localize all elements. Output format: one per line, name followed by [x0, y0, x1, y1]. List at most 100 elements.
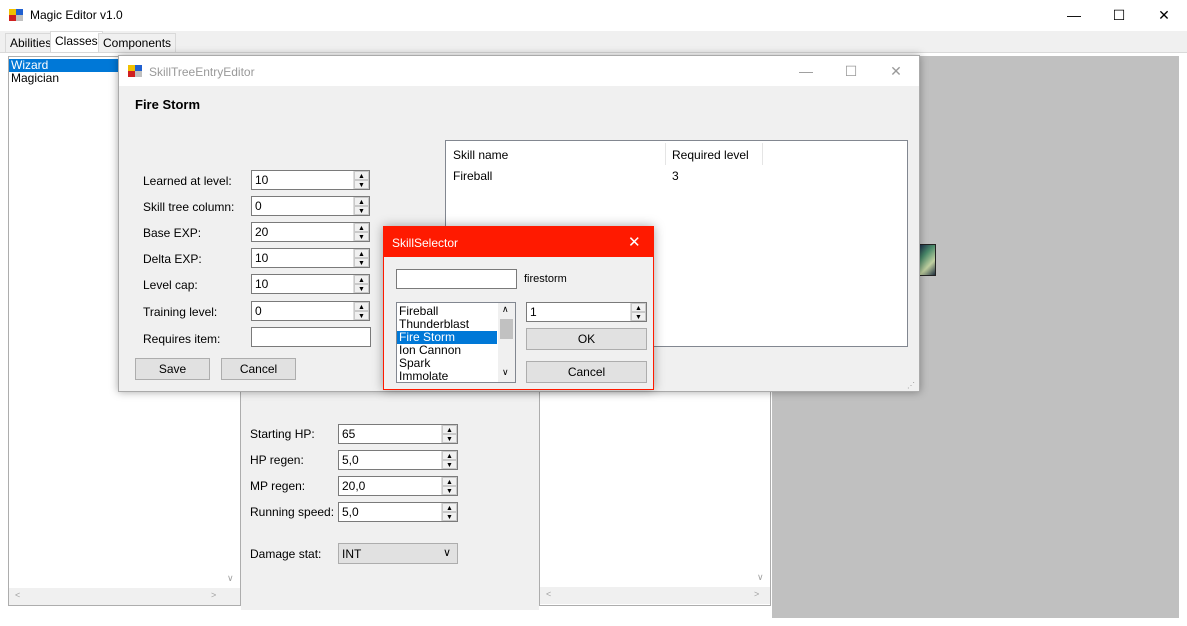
- spinner-icon[interactable]: ▲ ▼: [441, 425, 457, 443]
- hp-regen-label: HP regen:: [250, 453, 304, 467]
- cancel-button[interactable]: Cancel: [221, 358, 296, 380]
- running-speed-label: Running speed:: [250, 505, 335, 519]
- scrollbar-thumb[interactable]: [500, 319, 513, 339]
- base-exp-label: Base EXP:: [143, 226, 202, 240]
- spinner-icon[interactable]: ▲ ▼: [441, 451, 457, 469]
- close-button[interactable]: ✕: [873, 56, 919, 86]
- training-level-value: 0: [255, 304, 262, 318]
- minimize-button[interactable]: —: [783, 56, 829, 86]
- mp-regen-stepper[interactable]: 20,0 ▲ ▼: [338, 476, 458, 496]
- resize-grip-icon[interactable]: ⋰: [907, 381, 915, 390]
- starting-hp-label: Starting HP:: [250, 427, 315, 441]
- close-button[interactable]: ✕: [1141, 0, 1187, 30]
- spinner-icon[interactable]: ▲ ▼: [353, 302, 369, 320]
- main-window-title: Magic Editor v1.0: [30, 8, 123, 22]
- starting-hp-stepper[interactable]: 65 ▲ ▼: [338, 424, 458, 444]
- skill-selector-title: SkillSelector: [392, 236, 459, 250]
- damage-stat-select[interactable]: INT ∨: [338, 543, 458, 564]
- prereq-skill-name: Fireball: [453, 169, 493, 183]
- chevron-left-icon[interactable]: <: [546, 589, 551, 599]
- spinner-icon[interactable]: ▲ ▼: [441, 477, 457, 495]
- column-divider: [665, 143, 666, 165]
- damage-stat-label: Damage stat:: [250, 547, 322, 561]
- delta-exp-stepper[interactable]: 10 ▲ ▼: [251, 248, 370, 268]
- spinner-icon[interactable]: ▲ ▼: [441, 503, 457, 521]
- column-header-required-level[interactable]: Required level: [672, 148, 749, 162]
- requires-item-input[interactable]: [251, 327, 371, 347]
- class-stats-panel: [241, 390, 539, 610]
- mp-regen-value: 20,0: [342, 479, 366, 493]
- starting-hp-value: 65: [342, 427, 356, 441]
- horizontal-scrollbar[interactable]: < >: [9, 588, 240, 605]
- level-cap-value: 10: [255, 277, 269, 291]
- spinner-icon[interactable]: ▲ ▼: [353, 197, 369, 215]
- spinner-icon[interactable]: ▲ ▼: [353, 275, 369, 293]
- column-divider: [762, 143, 763, 165]
- skill-editor-title: SkillTreeEntryEditor: [149, 65, 255, 79]
- ok-button[interactable]: OK: [526, 328, 647, 350]
- maximize-button[interactable]: ☐: [828, 56, 874, 86]
- chevron-down-icon[interactable]: ∨: [757, 572, 764, 583]
- tab-classes[interactable]: Classes: [50, 31, 103, 53]
- skill-search-hint: firestorm: [524, 273, 567, 285]
- vertical-scrollbar[interactable]: ∧ ∨: [498, 303, 515, 382]
- base-exp-value: 20: [255, 225, 269, 239]
- listview-header: Skill name Required level: [446, 141, 907, 165]
- skill-search-input[interactable]: [396, 269, 517, 289]
- tab-abilities[interactable]: Abilities: [5, 33, 57, 53]
- chevron-up-icon[interactable]: ∧: [502, 304, 509, 315]
- horizontal-scrollbar[interactable]: < >: [540, 587, 770, 604]
- spinner-icon[interactable]: ▲ ▼: [353, 171, 369, 189]
- delta-exp-label: Delta EXP:: [143, 252, 202, 266]
- maximize-button[interactable]: ☐: [1096, 0, 1142, 30]
- skill-selector-titlebar: SkillSelector ✕: [384, 227, 653, 257]
- skill-editor-titlebar: SkillTreeEntryEditor — ☐ ✕: [119, 56, 919, 86]
- spinner-icon[interactable]: ▲ ▼: [353, 223, 369, 241]
- delta-exp-value: 10: [255, 251, 269, 265]
- running-speed-value: 5,0: [342, 505, 359, 519]
- requires-item-label: Requires item:: [143, 332, 221, 346]
- skill-tree-column-value: 0: [255, 199, 262, 213]
- mp-regen-label: MP regen:: [250, 479, 306, 493]
- hp-regen-stepper[interactable]: 5,0 ▲ ▼: [338, 450, 458, 470]
- damage-stat-value: INT: [342, 547, 362, 561]
- main-titlebar: Magic Editor v1.0 — ☐ ✕: [0, 0, 1187, 31]
- running-speed-stepper[interactable]: 5,0 ▲ ▼: [338, 502, 458, 522]
- tab-strip: [0, 31, 1187, 53]
- chevron-down-icon: ∨: [443, 547, 452, 559]
- app-icon: [9, 9, 23, 21]
- training-level-label: Training level:: [143, 305, 218, 319]
- chevron-right-icon[interactable]: >: [211, 590, 216, 600]
- skill-tree-column-stepper[interactable]: 0 ▲ ▼: [251, 196, 370, 216]
- app-icon: [128, 65, 142, 77]
- spinner-icon[interactable]: ▲ ▼: [353, 249, 369, 267]
- chevron-left-icon[interactable]: <: [15, 590, 20, 600]
- cancel-button[interactable]: Cancel: [526, 361, 647, 383]
- level-cap-stepper[interactable]: 10 ▲ ▼: [251, 274, 370, 294]
- skill-item[interactable]: Immolate: [397, 370, 499, 383]
- chevron-down-icon[interactable]: ∨: [227, 573, 234, 584]
- skill-level-value: 1: [530, 305, 537, 319]
- skill-selector-window: SkillSelector ✕ firestorm Fireball Thund…: [383, 226, 654, 390]
- chevron-right-icon[interactable]: >: [754, 589, 759, 599]
- skill-heading: Fire Storm: [135, 97, 201, 112]
- chevron-down-icon[interactable]: ∨: [502, 367, 509, 378]
- level-cap-label: Level cap:: [143, 278, 198, 292]
- skill-level-stepper[interactable]: 1 ▲ ▼: [526, 302, 647, 322]
- spinner-icon[interactable]: ▲ ▼: [630, 303, 646, 321]
- learned-at-level-label: Learned at level:: [143, 174, 232, 188]
- column-header-skill-name[interactable]: Skill name: [453, 148, 508, 162]
- skill-thumbnail-icon[interactable]: [918, 244, 936, 276]
- prereq-row[interactable]: Fireball 3: [446, 169, 907, 185]
- tab-components[interactable]: Components: [98, 33, 177, 53]
- class-skills-list[interactable]: ∨ < >: [539, 390, 771, 606]
- save-button[interactable]: Save: [135, 358, 210, 380]
- learned-at-level-stepper[interactable]: 10 ▲ ▼: [251, 170, 370, 190]
- prereq-required-level: 3: [672, 169, 679, 183]
- skill-tree-column-label: Skill tree column:: [143, 200, 235, 214]
- skill-listbox[interactable]: Fireball Thunderblast Fire Storm Ion Can…: [396, 302, 516, 383]
- minimize-button[interactable]: —: [1051, 0, 1097, 30]
- training-level-stepper[interactable]: 0 ▲ ▼: [251, 301, 370, 321]
- base-exp-stepper[interactable]: 20 ▲ ▼: [251, 222, 370, 242]
- close-icon[interactable]: ✕: [628, 233, 641, 251]
